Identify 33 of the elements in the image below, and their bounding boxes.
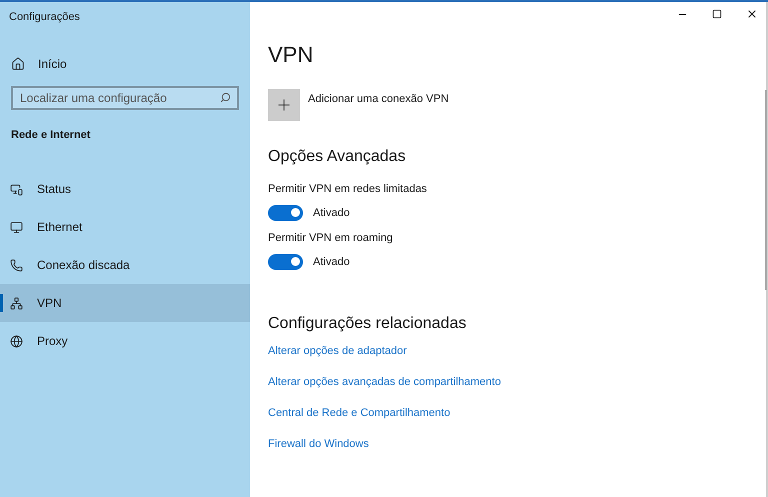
search-icon (220, 92, 231, 102)
related-link[interactable]: Alterar opções de adaptador (268, 344, 407, 359)
globe-icon (10, 334, 23, 348)
toggle-state: Ativado (313, 254, 350, 270)
home-item[interactable]: Início (11, 52, 67, 74)
nav-item[interactable]: Proxy (0, 322, 250, 360)
nav-item[interactable]: Conexão discada (0, 246, 250, 284)
maximize-icon[interactable] (712, 9, 722, 19)
close-icon[interactable] (746, 8, 758, 20)
page-title: VPN (268, 44, 314, 66)
related-link[interactable]: Central de Rede e Compartilhamento (268, 406, 450, 421)
toggle-state: Ativado (313, 206, 350, 220)
home-icon (11, 56, 25, 70)
nav-item[interactable]: Ethernet (0, 208, 250, 246)
add-vpn-button[interactable] (268, 89, 300, 121)
section-heading: Opções Avançadas (268, 147, 406, 167)
nav-item[interactable]: VPN (0, 284, 250, 322)
section-heading: Configurações relacionadas (268, 314, 466, 334)
add-vpn-label[interactable]: Adicionar uma conexão VPN (308, 91, 449, 108)
related-link[interactable]: Firewall do Windows (268, 437, 369, 452)
toggle-label: Permitir VPN em roaming (268, 231, 393, 246)
monitor-icon (10, 220, 23, 234)
nav-item[interactable]: Status (0, 170, 250, 208)
devices-icon (10, 182, 23, 196)
toggle-switch[interactable] (268, 254, 303, 270)
search-field[interactable]: Localizar uma configuração (11, 86, 239, 110)
section-heading: Rede e Internet (11, 128, 90, 142)
related-link[interactable]: Alterar opções avançadas de compartilhamento (268, 375, 501, 390)
network-icon (10, 296, 23, 310)
toggle-switch[interactable] (268, 204, 303, 221)
window-title: Configurações (9, 10, 80, 25)
toggle-label: Permitir VPN em redes limitadas (268, 182, 427, 197)
phone-icon (10, 258, 23, 272)
